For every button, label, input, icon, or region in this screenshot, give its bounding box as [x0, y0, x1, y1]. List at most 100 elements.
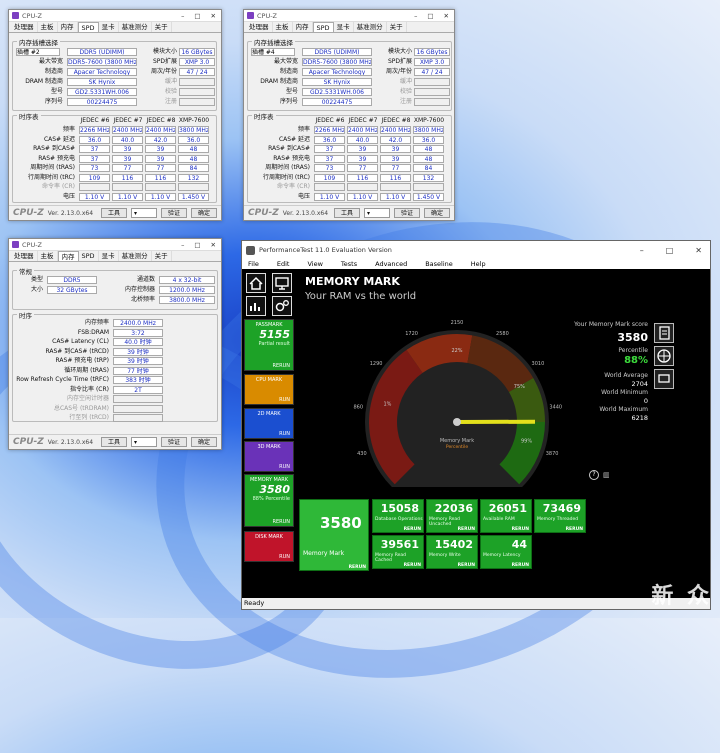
title-bar[interactable]: CPU-Z–□✕ [244, 10, 454, 22]
window-title: CPU-Z [22, 241, 42, 249]
gauge-tick-label: 3870 [546, 451, 559, 457]
rerun-button[interactable]: RERUN [404, 527, 421, 532]
close-icon[interactable]: ✕ [695, 246, 702, 255]
minimize-icon[interactable]: – [640, 246, 644, 255]
result-tile[interactable]: 22036Memory Read UncachedRERUN [426, 499, 478, 533]
tab-0[interactable]: 处理器 [11, 251, 38, 261]
result-tile[interactable]: 73469Memory ThreadedRERUN [534, 499, 586, 533]
slot-dropdown[interactable]: 插槽 #4 [251, 48, 295, 56]
tab-2[interactable]: 内存 [58, 22, 78, 32]
run-button[interactable]: RUN [279, 397, 290, 403]
chart-icon[interactable] [246, 296, 266, 316]
slot-dropdown[interactable]: 插槽 #2 [16, 48, 60, 56]
memory-mark-big-tile[interactable]: 3580 Memory Mark RERUN [299, 499, 369, 571]
minimize-icon[interactable]: – [181, 12, 184, 20]
tab-3[interactable]: SPD [78, 22, 99, 32]
close-icon[interactable]: ✕ [211, 241, 216, 249]
tools-button[interactable]: 工具 [101, 437, 127, 447]
rerun-button[interactable]: RERUN [349, 565, 366, 570]
tools-dropdown[interactable]: ▾ [131, 208, 157, 218]
rerun-button[interactable]: RERUN [512, 563, 529, 568]
ok-button[interactable]: 确定 [424, 208, 450, 218]
tab-5[interactable]: 基准测分 [119, 251, 152, 261]
minimize-icon[interactable]: – [181, 241, 184, 249]
document-icon[interactable] [654, 323, 674, 343]
menu-tests[interactable]: Tests [341, 259, 357, 269]
rerun-button[interactable]: RERUN [512, 527, 529, 532]
rerun-button[interactable]: RERUN [458, 563, 475, 568]
title-bar[interactable]: CPU-Z – □ ✕ [9, 239, 221, 251]
tile-value: 15402 [435, 538, 473, 551]
result-tile[interactable]: 44Memory LatencyRERUN [480, 535, 532, 569]
help-icon[interactable]: ? [589, 470, 599, 480]
tab-4[interactable]: 显卡 [99, 251, 119, 261]
graph-icon[interactable]: ▥ [603, 471, 610, 479]
ok-button[interactable]: 确定 [191, 437, 217, 447]
sidebar-disk-mark[interactable]: DISK MARKRUN [244, 531, 294, 562]
rerun-button[interactable]: RERUN [566, 527, 583, 532]
sidebar-2d-mark[interactable]: 2D MARKRUN [244, 408, 294, 439]
tab-0[interactable]: 处理器 [11, 22, 38, 32]
tab-2[interactable]: 内存 [293, 22, 313, 32]
result-tile[interactable]: 15402Memory WriteRERUN [426, 535, 478, 569]
maximize-icon[interactable]: □ [427, 12, 433, 20]
menu-file[interactable]: File [248, 259, 259, 269]
result-tile[interactable]: 39561Memory Read CachedRERUN [372, 535, 424, 569]
result-tile[interactable]: 15058Database OperationsRERUN [372, 499, 424, 533]
tools-dropdown[interactable]: ▾ [364, 208, 390, 218]
rerun-button[interactable]: RERUN [404, 563, 421, 568]
title-bar[interactable]: CPU-Z–□✕ [9, 10, 221, 22]
maximize-icon[interactable]: □ [194, 12, 200, 20]
tab-4[interactable]: 显卡 [334, 22, 354, 32]
rerun-button[interactable]: RERUN [458, 527, 475, 532]
close-icon[interactable]: ✕ [211, 12, 216, 20]
tab-4[interactable]: 显卡 [99, 22, 119, 32]
tab-5[interactable]: 基准测分 [354, 22, 387, 32]
tab-1[interactable]: 主板 [38, 22, 58, 32]
tab-1[interactable]: 主板 [38, 251, 58, 261]
run-button[interactable]: RUN [279, 431, 290, 437]
menu-view[interactable]: View [307, 259, 322, 269]
sidebar-cpu-mark[interactable]: CPU MARKRUN [244, 374, 294, 405]
sidebar-3d-mark[interactable]: 3D MARKRUN [244, 441, 294, 472]
run-button[interactable]: RUN [279, 464, 290, 470]
tools-button[interactable]: 工具 [334, 208, 360, 218]
tab-1[interactable]: 主板 [273, 22, 293, 32]
tools-dropdown[interactable]: ▾ [131, 437, 157, 447]
monitor-icon[interactable] [272, 273, 292, 293]
globe-icon[interactable] [654, 346, 674, 366]
maximize-icon[interactable]: □ [194, 241, 200, 249]
title-bar[interactable]: PerformanceTest 11.0 Evaluation Version … [242, 241, 710, 259]
sidebar-memory-mark[interactable]: MEMORY MARK358088% PercentileRERUN [244, 474, 294, 527]
menu-edit[interactable]: Edit [277, 259, 290, 269]
tab-6[interactable]: 关于 [152, 22, 172, 32]
tab-6[interactable]: 关于 [387, 22, 407, 32]
tab-5[interactable]: 基准测分 [119, 22, 152, 32]
home-icon[interactable] [246, 273, 266, 293]
close-icon[interactable]: ✕ [444, 12, 449, 20]
result-tile[interactable]: 26051Available RAMRERUN [480, 499, 532, 533]
timing-cell [314, 183, 345, 191]
tab-6[interactable]: 关于 [152, 251, 172, 261]
run-button[interactable]: RUN [279, 554, 290, 560]
minimize-icon[interactable]: – [414, 12, 417, 20]
tab-0[interactable]: 处理器 [246, 22, 273, 32]
tab-3[interactable]: SPD [313, 22, 334, 32]
validate-button[interactable]: 验证 [394, 208, 420, 218]
menu-baseline[interactable]: Baseline [425, 259, 453, 269]
menu-advanced[interactable]: Advanced [375, 259, 407, 269]
ok-button[interactable]: 确定 [191, 208, 217, 218]
run-button[interactable]: RERUN [272, 519, 290, 525]
tools-button[interactable]: 工具 [101, 208, 127, 218]
maximize-icon[interactable]: □ [666, 246, 674, 255]
validate-button[interactable]: 验证 [161, 208, 187, 218]
run-button[interactable]: RERUN [272, 363, 290, 369]
timing-cell: 42.0 [145, 136, 176, 144]
tab-3[interactable]: SPD [79, 251, 99, 261]
menu-help[interactable]: Help [471, 259, 486, 269]
share-icon[interactable] [654, 369, 674, 389]
tab-2[interactable]: 内存 [58, 251, 79, 261]
sidebar-passmark[interactable]: PASSMARK5155Partial resultRERUN [244, 319, 294, 371]
gears-icon[interactable] [272, 296, 292, 316]
validate-button[interactable]: 验证 [161, 437, 187, 447]
